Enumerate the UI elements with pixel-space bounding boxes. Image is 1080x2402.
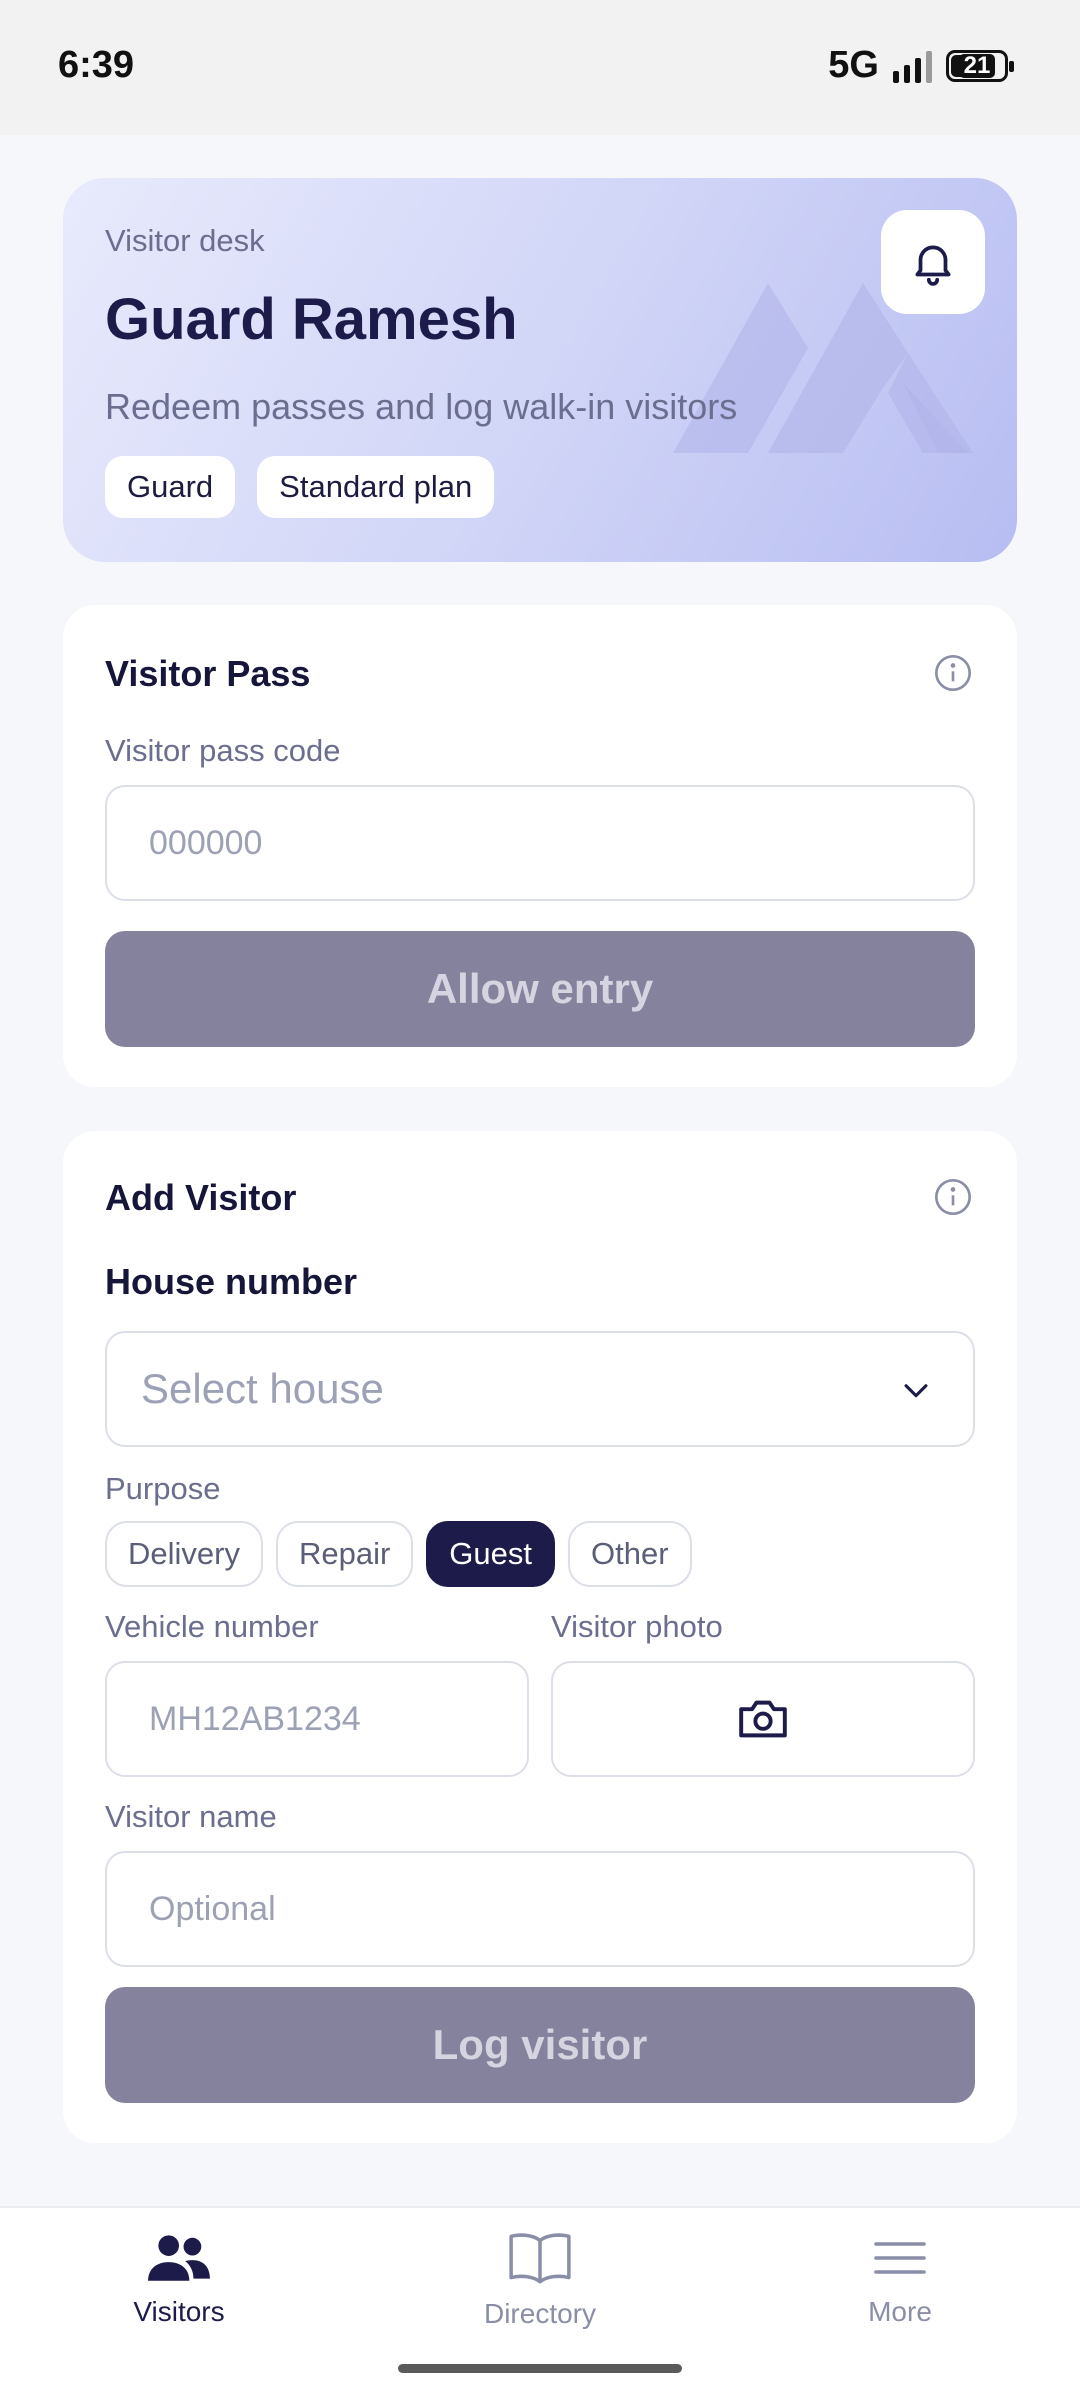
menu-icon xyxy=(874,2242,926,2274)
info-icon[interactable] xyxy=(933,653,973,693)
page-subtitle: Visitor desk xyxy=(105,223,265,258)
purpose-label: Purpose xyxy=(105,1471,221,1506)
purpose-delivery-chip[interactable]: Delivery xyxy=(105,1521,263,1587)
log-visitor-button[interactable]: Log visitor xyxy=(105,1987,975,2103)
nav-directory[interactable]: Directory xyxy=(440,2230,640,2330)
allow-entry-button[interactable]: Allow entry xyxy=(105,931,975,1047)
network-type: 5G xyxy=(828,44,879,86)
role-chips: Guard Standard plan xyxy=(105,456,495,518)
visitor-name-label: Visitor name xyxy=(105,1799,277,1834)
home-indicator[interactable] xyxy=(398,2364,682,2373)
pass-code-label: Visitor pass code xyxy=(105,733,341,768)
battery-icon: 21 xyxy=(946,49,1014,82)
info-icon[interactable] xyxy=(933,1177,973,1217)
role-badge: Guard xyxy=(105,456,236,518)
purpose-guest-chip[interactable]: Guest xyxy=(426,1521,556,1587)
signal-icon xyxy=(893,49,932,83)
pass-code-input[interactable]: 000000 xyxy=(105,785,975,901)
bell-icon xyxy=(915,245,951,286)
add-visitor-title: Add Visitor xyxy=(105,1177,297,1218)
vehicle-number-label: Vehicle number xyxy=(105,1609,319,1644)
status-indicators: 5G 21 xyxy=(828,44,1014,87)
nav-more[interactable]: More xyxy=(800,2230,1000,2328)
camera-icon xyxy=(739,1700,787,1738)
battery-level: 21 xyxy=(958,53,996,78)
house-select[interactable]: Select house xyxy=(105,1331,975,1447)
status-time: 6:39 xyxy=(58,44,135,86)
chevron-down-icon xyxy=(904,1384,928,1398)
add-visitor-card: Add Visitor House number Select house Pu… xyxy=(63,1131,1017,2143)
visitor-photo-label: Visitor photo xyxy=(551,1609,723,1644)
purpose-other-chip[interactable]: Other xyxy=(568,1521,692,1587)
house-number-label: House number xyxy=(105,1261,358,1302)
page-description: Redeem passes and log walk-in visitors xyxy=(105,386,738,427)
nav-more-label: More xyxy=(868,2296,932,2327)
users-icon xyxy=(148,2235,210,2281)
vehicle-number-input[interactable]: MH12AB1234 xyxy=(105,1661,529,1777)
visitor-pass-title: Visitor Pass xyxy=(105,653,311,694)
status-bar: 6:39 5G 21 xyxy=(0,0,1080,135)
visitor-pass-card: Visitor Pass Visitor pass code 000000 Al… xyxy=(63,605,1017,1087)
purpose-repair-chip[interactable]: Repair xyxy=(275,1521,414,1587)
nav-visitors[interactable]: Visitors xyxy=(79,2230,279,2328)
plan-badge: Standard plan xyxy=(257,456,495,518)
visitor-name-input[interactable]: Optional xyxy=(105,1851,975,1967)
purpose-options: Delivery Repair Guest Other xyxy=(105,1521,692,1587)
book-icon xyxy=(509,2233,571,2284)
visitor-photo-button[interactable] xyxy=(551,1661,975,1777)
page-title: Guard Ramesh xyxy=(105,287,518,352)
notifications-button[interactable] xyxy=(881,210,985,314)
nav-directory-label: Directory xyxy=(483,2298,596,2329)
nav-visitors-label: Visitors xyxy=(133,2296,225,2327)
guard-header-card: Visitor desk Guard Ramesh Redeem passes … xyxy=(63,178,1017,562)
house-select-placeholder: Select house xyxy=(141,1365,384,1412)
